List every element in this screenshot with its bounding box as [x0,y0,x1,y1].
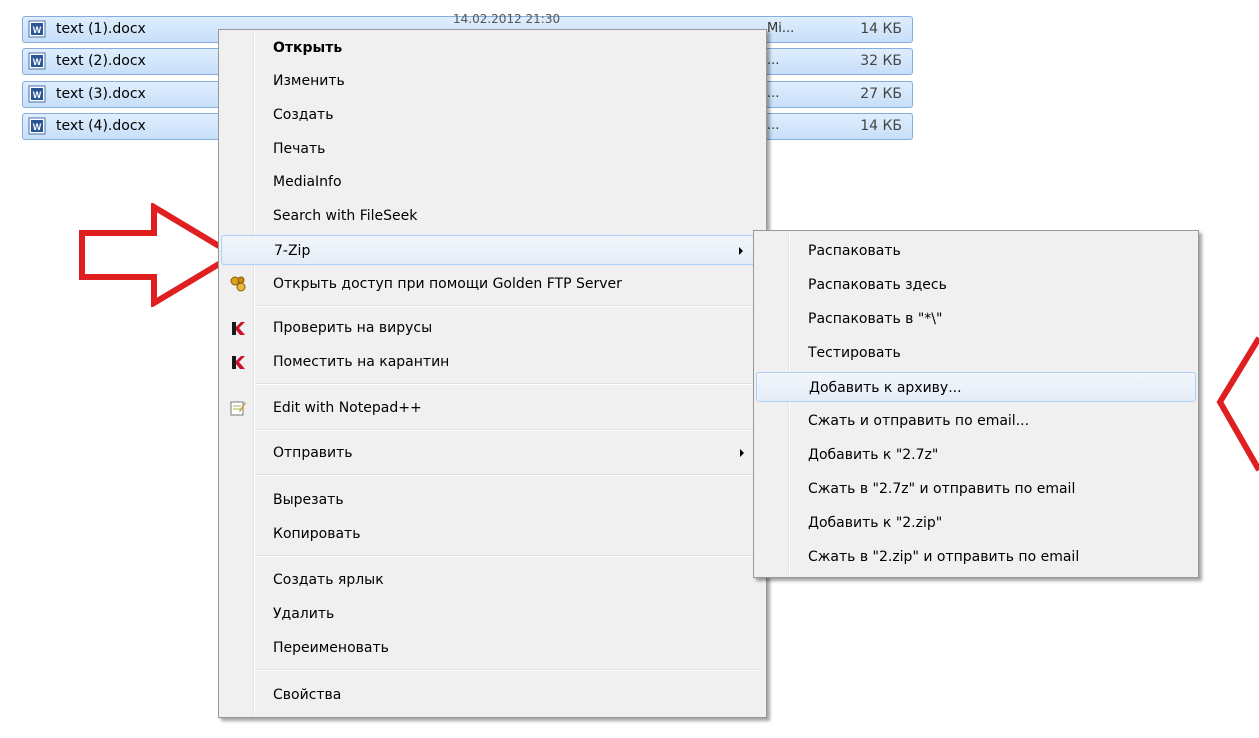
notepad-plus-plus-icon [230,401,246,416]
menu-item-label: Распаковать в "*\" [808,311,943,327]
word-document-icon: W [28,117,46,135]
menu-item-copy[interactable]: Копировать [221,519,764,549]
svg-text:W: W [33,122,42,132]
menu-item-label: Сжать и отправить по email... [808,413,1030,429]
menu-item-label: Распаковать здесь [808,277,947,293]
submenu-item-extract-to[interactable]: Распаковать в "*\" [756,304,1196,334]
menu-item-delete[interactable]: Удалить [221,599,764,629]
menu-item-label: Вырезать [273,492,344,508]
menu-item-scan-viruses[interactable]: Проверить на вирусы [221,313,764,343]
red-pointer-arrow [1216,336,1259,472]
menu-item-label: Добавить к архиву... [809,380,962,396]
file-size: 27 КБ [860,86,902,102]
file-size: 32 КБ [860,53,902,69]
word-document-icon: W [28,20,46,38]
menu-item-create-shortcut[interactable]: Создать ярлык [221,565,764,595]
menu-item-label: Свойства [273,687,342,703]
file-name: text (3).docx [56,86,146,102]
file-size: 14 КБ [860,118,902,134]
word-document-icon: W [28,52,46,70]
menu-item-label: Переименовать [273,640,389,656]
red-pointer-arrow [79,203,240,307]
file-type: ... [767,53,780,68]
menu-item-golden-ftp[interactable]: Открыть доступ при помощи Golden FTP Ser… [221,269,764,299]
svg-text:W: W [33,90,42,100]
menu-item-label: Создать [273,107,334,123]
menu-item-7zip[interactable]: 7-Zip [221,235,764,265]
menu-item-label: Копировать [273,526,361,542]
menu-item-send-to[interactable]: Отправить [221,438,764,468]
menu-item-notepad-plus-plus[interactable]: Edit with Notepad++ [221,393,764,423]
menu-item-label: Добавить к "2.zip" [808,515,943,531]
menu-item-label: Search with FileSeek [273,208,418,224]
submenu-item-extract-here[interactable]: Распаковать здесь [756,270,1196,300]
submenu-item-test[interactable]: Тестировать [756,338,1196,368]
submenu-item-add-7z[interactable]: Добавить к "2.7z" [756,440,1196,470]
menu-item-quarantine[interactable]: Поместить на карантин [221,347,764,377]
menu-item-label: Удалить [273,606,335,622]
menu-item-open[interactable]: Открыть [221,33,764,63]
file-size: 14 КБ [860,21,902,37]
svg-text:W: W [33,57,42,67]
file-type: ... [767,86,780,101]
menu-item-label: Сжать в "2.zip" и отправить по email [808,549,1080,565]
menu-item-label: Открыть доступ при помощи Golden FTP Ser… [273,276,622,292]
menu-separator [256,555,762,557]
submenu-item-add-zip[interactable]: Добавить к "2.zip" [756,508,1196,538]
explorer-window: W text (1).docx 14.02.2012 21:30 Mi... 1… [0,0,1259,738]
menu-separator [256,474,762,476]
7zip-submenu: Распаковать Распаковать здесь Распаковат… [753,230,1199,578]
submenu-item-extract[interactable]: Распаковать [756,236,1196,266]
menu-item-label: 7-Zip [274,243,311,259]
menu-item-label: Тестировать [808,345,901,361]
submenu-arrow-icon [740,449,744,457]
context-menu: Открыть Изменить Создать Печать MediaInf… [218,29,767,718]
kaspersky-icon [232,356,245,369]
menu-item-label: Отправить [273,445,353,461]
menu-item-label: Создать ярлык [273,572,384,588]
menu-item-label: Проверить на вирусы [273,320,433,336]
menu-separator [256,669,762,671]
menu-item-new[interactable]: Создать [221,100,764,130]
menu-item-label: Печать [273,141,326,157]
menu-item-label: Добавить к "2.7z" [808,447,939,463]
menu-separator [256,305,762,307]
golden-ftp-icon [230,276,246,292]
file-type: ... [767,118,780,133]
menu-separator [256,429,762,431]
file-name: text (1).docx [56,21,146,37]
menu-item-print[interactable]: Печать [221,134,764,164]
file-date: 14.02.2012 21:30 [453,12,561,26]
menu-item-properties[interactable]: Свойства [221,680,764,710]
submenu-arrow-icon [739,247,743,255]
menu-item-mediainfo[interactable]: MediaInfo [221,167,764,197]
menu-item-rename[interactable]: Переименовать [221,633,764,663]
svg-text:W: W [33,25,42,35]
word-document-icon: W [28,85,46,103]
file-name: text (2).docx [56,53,146,69]
submenu-item-compress-email[interactable]: Сжать и отправить по email... [756,406,1196,436]
menu-item-edit[interactable]: Изменить [221,66,764,96]
menu-item-label: Изменить [273,73,345,89]
menu-item-label: Распаковать [808,243,901,259]
file-name: text (4).docx [56,118,146,134]
menu-item-cut[interactable]: Вырезать [221,485,764,515]
menu-separator [256,383,762,385]
menu-item-label: Поместить на карантин [273,354,450,370]
menu-item-label: Открыть [273,40,343,56]
menu-item-search-fileseek[interactable]: Search with FileSeek [221,201,764,231]
submenu-item-add-to-archive[interactable]: Добавить к архиву... [756,372,1196,402]
kaspersky-icon [232,322,245,335]
file-type: Mi... [767,21,795,36]
menu-item-label: Edit with Notepad++ [273,400,422,416]
menu-item-label: Сжать в "2.7z" и отправить по email [808,481,1076,497]
submenu-item-compress-zip-email[interactable]: Сжать в "2.zip" и отправить по email [756,542,1196,572]
submenu-item-compress-7z-email[interactable]: Сжать в "2.7z" и отправить по email [756,474,1196,504]
menu-item-label: MediaInfo [273,174,342,190]
